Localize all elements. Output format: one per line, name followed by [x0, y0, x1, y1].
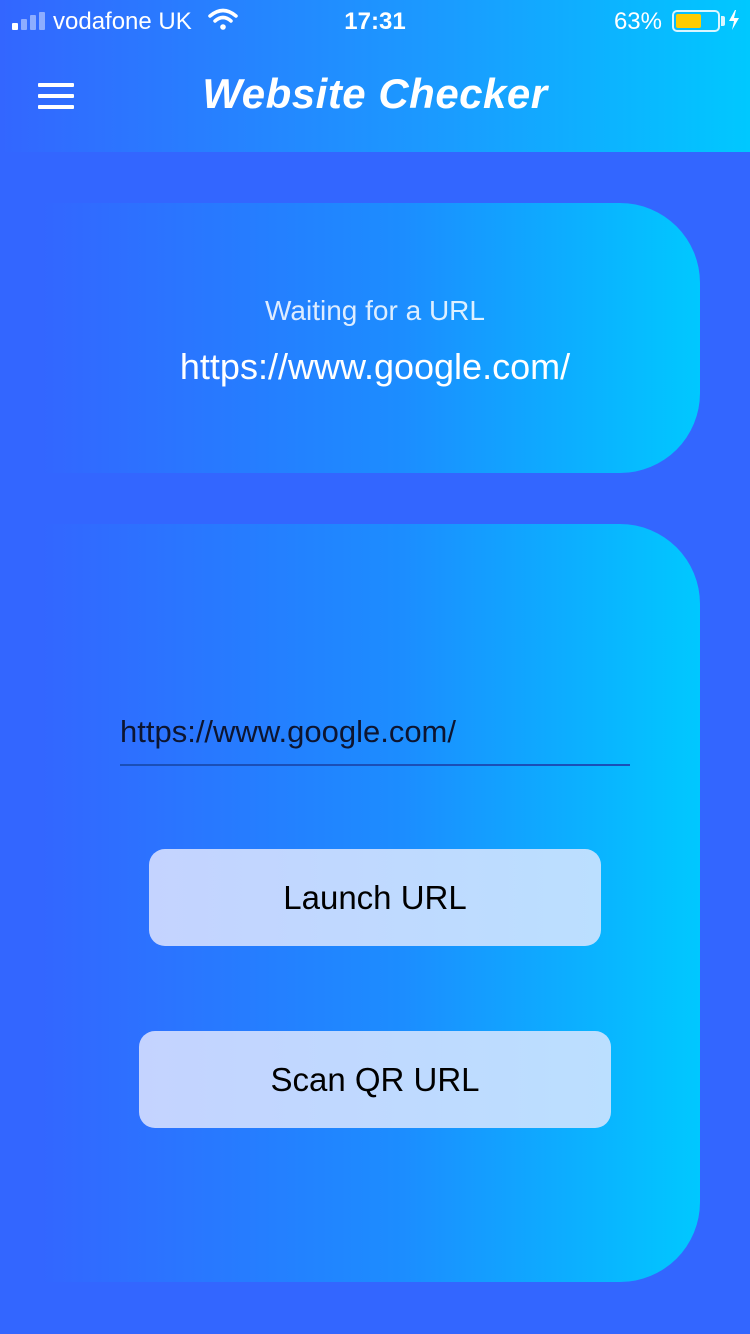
- app-title: Website Checker: [202, 70, 548, 117]
- app-header: vodafone UK 17:31 63% Website Checker: [0, 0, 750, 152]
- battery-icon: [672, 10, 720, 32]
- battery-percent: 63%: [613, 8, 662, 35]
- url-form-card: Launch URL Scan QR URL: [40, 524, 700, 1282]
- status-bar: vodafone UK 17:31 63%: [0, 0, 750, 40]
- battery-level: [676, 14, 702, 28]
- url-input[interactable]: [120, 700, 630, 766]
- scan-qr-url-button[interactable]: Scan QR URL: [139, 1031, 611, 1128]
- url-status-card: Waiting for a URL https://www.google.com…: [40, 203, 700, 473]
- charging-bolt-icon: [729, 10, 739, 30]
- launch-url-button[interactable]: Launch URL: [149, 849, 601, 946]
- waiting-label: Waiting for a URL: [265, 295, 485, 326]
- battery-tip: [721, 16, 725, 26]
- current-url: https://www.google.com/: [179, 346, 571, 387]
